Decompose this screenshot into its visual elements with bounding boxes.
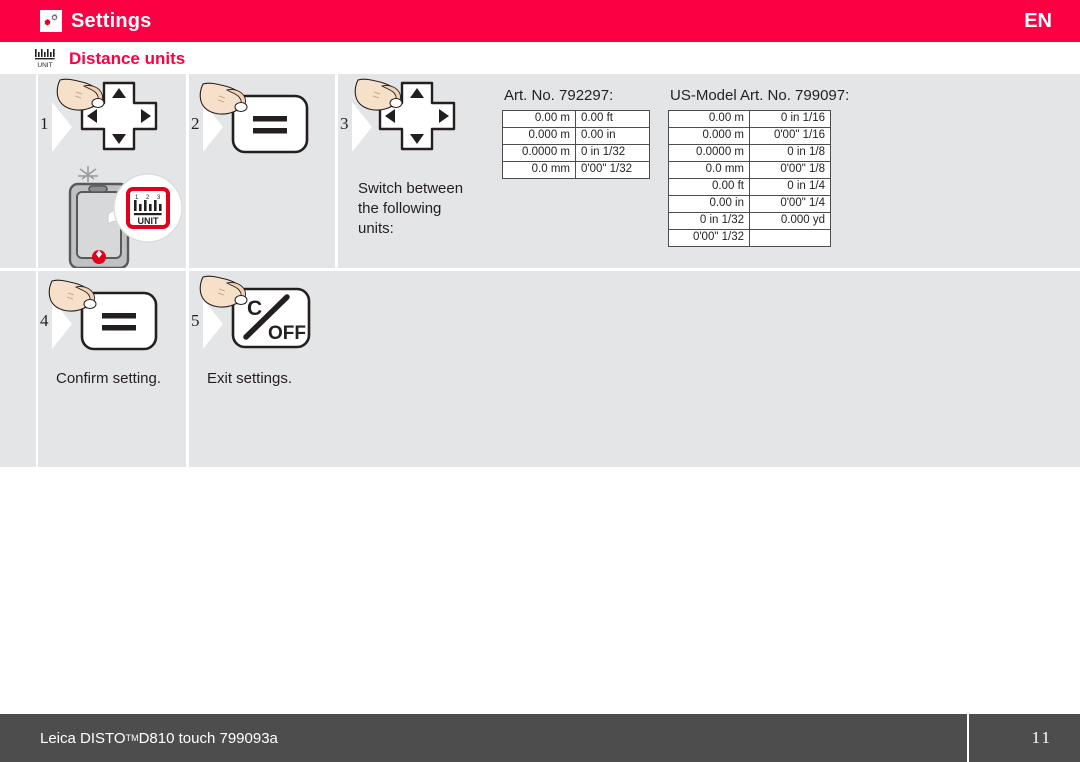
gears-icon <box>40 10 62 32</box>
table-cell: 0'00" 1/16 <box>749 127 831 145</box>
table-cell: 0'00" 1/32 <box>668 229 750 247</box>
laser-burst-icon <box>78 166 98 182</box>
footer-bar: Leica DISTO TM D810 touch 799093a <box>0 714 1080 762</box>
footer-product-label: Leica DISTO TM D810 touch 799093a <box>40 714 278 762</box>
clear-off-key-icon[interactable]: C OFF <box>199 271 329 361</box>
table-cell: 0 in 1/32 <box>575 144 650 162</box>
table-row: 0.00 in 0'00" 1/4 <box>668 195 831 213</box>
table-cell: 0.00 ft <box>575 110 650 128</box>
step-5-instruction: Exit settings. <box>207 370 293 387</box>
footer-product-name: Leica DISTO <box>40 729 126 747</box>
table-cell: 0.00 ft <box>668 178 750 196</box>
table-row: 0'00" 1/32 <box>668 229 831 247</box>
table-cell: 0.00 m <box>668 110 750 128</box>
dpad-key-icon[interactable] <box>54 78 184 164</box>
table-cell: 0.00 m <box>502 110 576 128</box>
footer-model: D810 touch 799093a <box>138 729 278 747</box>
language-badge: EN <box>1024 9 1052 32</box>
unit-ruler-icon: UNIT <box>33 46 59 70</box>
footer-divider <box>967 714 969 762</box>
page-title: Settings <box>71 10 152 32</box>
page-number: 11 <box>1031 728 1052 747</box>
units-table-us-model: US-Model Art. No. 799097: 0.00 m 0 in 1/… <box>668 88 849 247</box>
table-cell: 0.0000 m <box>502 144 576 162</box>
subheader-group: UNIT Distance units <box>33 42 185 74</box>
table-row: 0.0000 m 0 in 1/8 <box>668 144 831 162</box>
finger-icon <box>48 279 97 312</box>
gear-gray-icon <box>51 13 58 21</box>
table-cell: 0'00" 1/32 <box>575 161 650 179</box>
equals-key-icon[interactable] <box>199 78 325 164</box>
table-cell <box>749 229 831 247</box>
finger-icon <box>199 82 248 115</box>
table-row: 0.000 m 0'00" 1/16 <box>668 127 831 145</box>
units-table-us-model-caption: US-Model Art. No. 799097: <box>670 87 850 104</box>
table-row: 0.000 m 0.00 in <box>502 127 650 145</box>
table-row: 0.0000 m 0 in 1/32 <box>502 144 650 162</box>
table-cell: 0'00" 1/8 <box>749 161 831 179</box>
svg-text:UNIT: UNIT <box>37 62 52 69</box>
table-row: 0 in 1/32 0.000 yd <box>668 212 831 230</box>
step-panel-5: 5 C OFF Exit settings. <box>189 271 1080 467</box>
table-cell: 0.00 in <box>575 127 650 145</box>
step-panel-3: 3 Switch between the following units: Ar… <box>338 74 1080 268</box>
table-cell: 0 in 1/8 <box>749 144 831 162</box>
table-cell: 0 in 1/4 <box>749 178 831 196</box>
units-table-standard-caption: Art. No. 792297: <box>504 87 614 104</box>
panel-gutter-row2 <box>0 271 36 467</box>
subheader-bar: UNIT Distance units <box>0 42 1080 74</box>
clear-key-label: C <box>247 297 262 320</box>
table-cell: 0.00 in <box>668 195 750 213</box>
table-cell: 0.000 yd <box>749 212 831 230</box>
table-row: 0.00 ft 0 in 1/4 <box>668 178 831 196</box>
dpad-key-icon[interactable] <box>352 78 482 164</box>
table-cell: 0.0 mm <box>502 161 576 179</box>
step-sequence: 1 UNIT 1 2 3 2 3 Switch between the foll… <box>0 74 1080 467</box>
step-panel-4: 4 Confirm setting. <box>38 271 186 467</box>
table-row: 0.0 mm 0'00" 1/8 <box>668 161 831 179</box>
table-row: 0.00 m 0 in 1/16 <box>668 110 831 128</box>
equals-key-icon[interactable] <box>48 275 174 361</box>
step-panel-1: 1 UNIT 1 2 3 <box>38 74 186 268</box>
table-cell: 0 in 1/32 <box>668 212 750 230</box>
step-4-instruction: Confirm setting. <box>56 370 162 387</box>
units-table-standard: Art. No. 792297: 0.00 m 0.00 ft 0.000 m … <box>502 88 650 179</box>
off-key-label: OFF <box>268 323 306 344</box>
table-cell: 0.0 mm <box>668 161 750 179</box>
disto-device-illustration: UNIT 1 2 3 <box>68 166 183 268</box>
header-title-group: Settings <box>40 0 152 42</box>
step-panel-2: 2 <box>189 74 335 268</box>
table-row: 0.00 m 0.00 ft <box>502 110 650 128</box>
table-cell: 0.000 m <box>668 127 750 145</box>
unit-ruler-glyph: UNIT <box>35 49 55 69</box>
step-number-1: 1 <box>40 114 49 133</box>
table-row: 0.0 mm 0'00" 1/32 <box>502 161 650 179</box>
units-table-us-model-grid: 0.00 m 0 in 1/16 0.000 m 0'00" 1/16 0.00… <box>668 110 831 247</box>
table-cell: 0'00" 1/4 <box>749 195 831 213</box>
step-3-instruction: Switch between the following units: <box>358 180 464 237</box>
svg-text:UNIT: UNIT <box>138 216 159 226</box>
finger-icon <box>354 78 403 111</box>
finger-icon <box>56 78 105 111</box>
units-table-standard-grid: 0.00 m 0.00 ft 0.000 m 0.00 in 0.0000 m … <box>502 110 650 179</box>
finger-icon <box>199 275 248 308</box>
trademark-symbol: TM <box>125 733 139 743</box>
section-title: Distance units <box>69 48 186 68</box>
table-cell: 0 in 1/16 <box>749 110 831 128</box>
table-cell: 0.0000 m <box>668 144 750 162</box>
panel-gutter-row1 <box>0 74 36 268</box>
table-cell: 0.000 m <box>502 127 576 145</box>
header-bar: Settings EN <box>0 0 1080 42</box>
step-number-3: 3 <box>340 114 349 133</box>
